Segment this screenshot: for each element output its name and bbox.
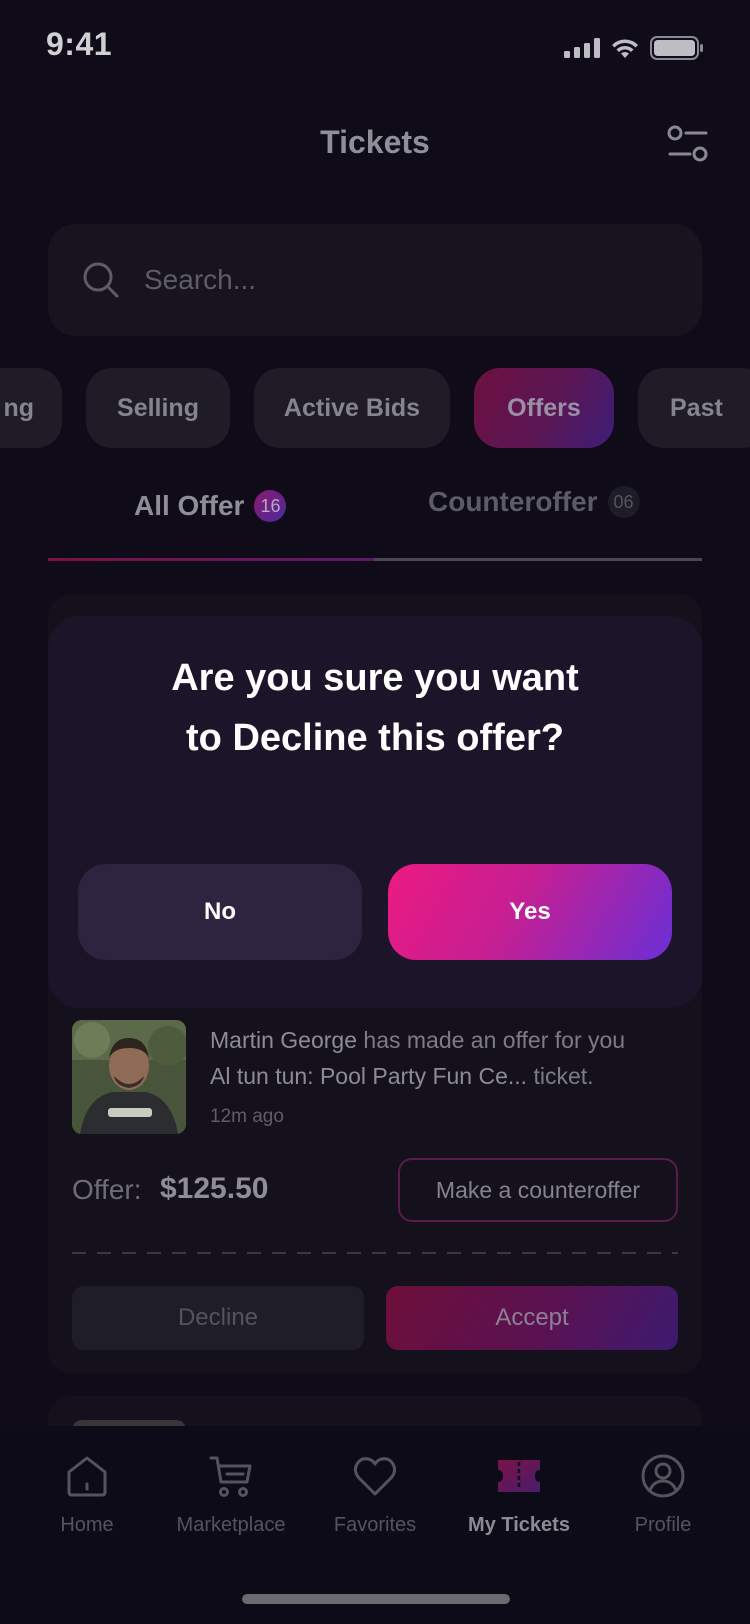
- ticket-icon: [498, 1460, 540, 1492]
- all-offer-count-badge: 16: [254, 490, 287, 522]
- wifi-icon: [612, 39, 638, 58]
- nav-profile[interactable]: Profile: [593, 1452, 733, 1537]
- offer-message: Martin George has made an offer for you …: [210, 1022, 680, 1094]
- cart-icon: [209, 1456, 252, 1497]
- tab-counteroffer-label: Counteroffer: [428, 486, 598, 517]
- counteroffer-count-badge: 06: [607, 486, 640, 518]
- tab-all-offer[interactable]: All Offer 16: [134, 490, 287, 522]
- modal-title-line-1: Are you sure you want: [171, 657, 579, 699]
- make-counteroffer-button[interactable]: Make a counteroffer: [398, 1158, 678, 1222]
- signal-icon: [564, 38, 600, 58]
- filter-icon[interactable]: [666, 124, 710, 164]
- offer-message-end: ticket.: [533, 1063, 594, 1089]
- divider: [72, 1252, 678, 1254]
- page-title: Tickets: [320, 124, 430, 160]
- offer-message-middle: has made an offer for you: [363, 1027, 626, 1053]
- category-tab-past[interactable]: Past: [638, 368, 750, 448]
- modal-yes-button[interactable]: Yes: [388, 864, 672, 960]
- tab-all-offer-label: All Offer: [134, 490, 245, 521]
- category-tab-active-bids[interactable]: Active Bids: [254, 368, 450, 448]
- nav-favorites[interactable]: Favorites: [305, 1452, 445, 1537]
- status-time: 9:41: [46, 26, 113, 62]
- status-icons: [564, 34, 704, 62]
- nav-marketplace-label: Marketplace: [176, 1514, 286, 1536]
- heart-icon: [353, 1457, 397, 1496]
- category-tab-listing[interactable]: ng: [0, 368, 62, 448]
- battery-icon: [650, 36, 703, 60]
- nav-home-label: Home: [60, 1514, 114, 1536]
- category-tab-selling[interactable]: Selling: [86, 368, 230, 448]
- offer-label: Offer:: [72, 1174, 142, 1205]
- inactive-tab-indicator: [374, 558, 702, 561]
- tab-counteroffer[interactable]: Counteroffer 06: [428, 486, 640, 518]
- nav-my-tickets[interactable]: My Tickets: [449, 1452, 589, 1537]
- offer-timestamp: 12m ago: [210, 1106, 284, 1127]
- nav-marketplace[interactable]: Marketplace: [161, 1452, 301, 1537]
- offer-user-name: Martin George: [210, 1027, 358, 1053]
- search-bar[interactable]: [48, 224, 702, 336]
- tickets-screen: 9:41 Tickets ng: [0, 0, 750, 1624]
- category-tab-offers[interactable]: Offers: [474, 368, 614, 448]
- search-icon: [83, 262, 119, 298]
- modal-no-button[interactable]: No: [78, 864, 362, 960]
- nav-favorites-label: Favorites: [333, 1514, 417, 1536]
- home-icon: [67, 1456, 107, 1497]
- offer-event-name: Al tun tun: Pool Party Fun Ce...: [210, 1063, 528, 1089]
- nav-profile-label: Profile: [634, 1514, 692, 1536]
- decline-button[interactable]: Decline: [72, 1286, 364, 1350]
- home-indicator[interactable]: [242, 1594, 510, 1604]
- accept-button[interactable]: Accept: [386, 1286, 678, 1350]
- modal-title: Are you sure you want to Decline this of…: [48, 648, 702, 768]
- nav-my-tickets-label: My Tickets: [468, 1514, 570, 1536]
- search-input[interactable]: [144, 264, 664, 296]
- nav-home[interactable]: Home: [17, 1452, 157, 1537]
- active-tab-indicator: [48, 558, 374, 561]
- offer-amount: $125.50: [160, 1172, 269, 1205]
- modal-title-line-2: to Decline this offer?: [186, 717, 564, 759]
- profile-icon: [641, 1454, 685, 1498]
- avatar: [72, 1020, 186, 1134]
